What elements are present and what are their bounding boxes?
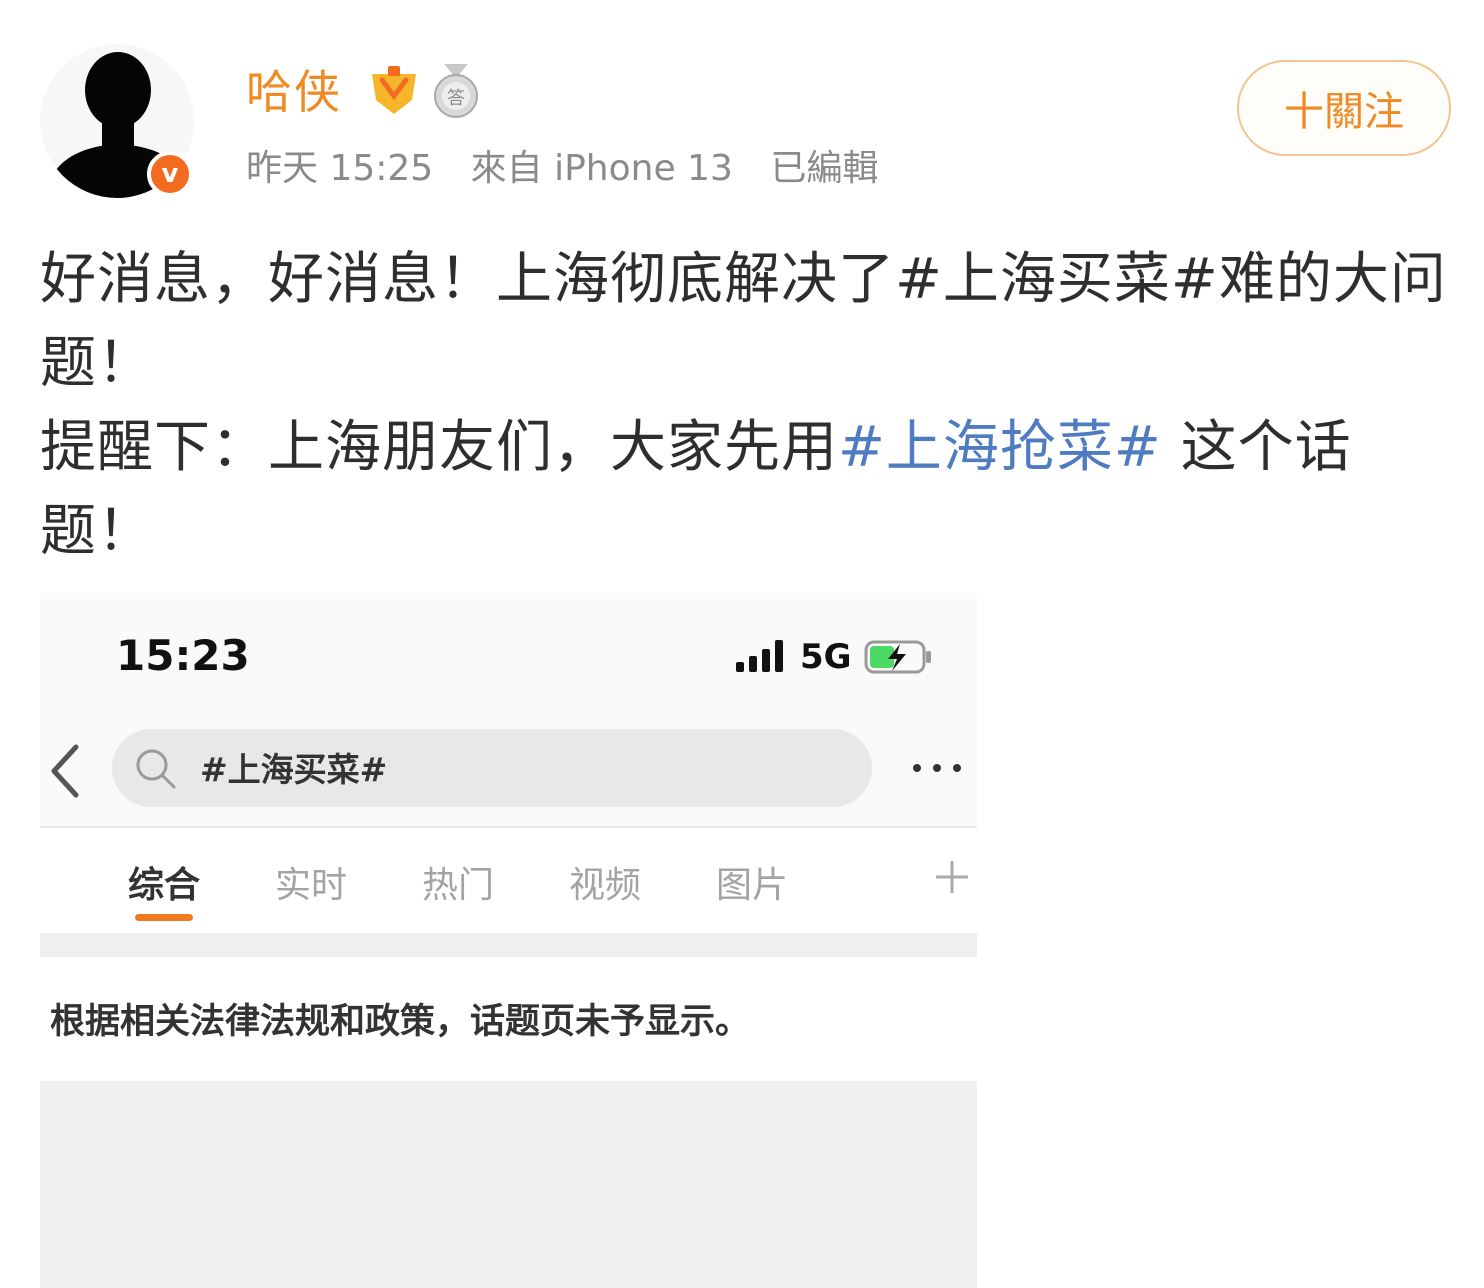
back-icon[interactable] — [46, 743, 86, 799]
post-edited-label[interactable]: 已編輯 — [770, 148, 878, 189]
post-text-line: 好消息，好消息！上海彻底解决了#上海买菜#难的大问题！ — [40, 247, 1447, 396]
attached-screenshot[interactable]: 15:23 5G #上海买菜# 综合 实时 热门 视频 图片 根据相关法律法规和… — [40, 593, 977, 1288]
topic-link[interactable]: #上海抢菜# — [838, 415, 1162, 480]
level-badge-icon — [372, 66, 416, 114]
section-separator — [40, 933, 977, 957]
verified-v-icon: v — [147, 151, 193, 197]
post-timestamp: 昨天 15:25 — [246, 148, 434, 189]
more-icon[interactable] — [910, 761, 970, 775]
svg-text:答: 答 — [447, 88, 465, 109]
post-source: 來自 iPhone 13 — [470, 148, 733, 189]
search-input[interactable]: #上海买菜# — [112, 729, 872, 807]
status-indicators: 5G — [736, 637, 934, 677]
follow-button[interactable]: 十關注 — [1237, 60, 1451, 156]
censorship-notice: 根据相关法律法规和政策，话题页未予显示。 — [50, 1002, 751, 1042]
search-query: #上海买菜# — [200, 750, 388, 789]
tab-shishi[interactable]: 实时 — [275, 856, 347, 908]
tab-remen[interactable]: 热门 — [422, 856, 494, 908]
medal-icon: 答 — [434, 64, 478, 118]
network-label: 5G — [800, 637, 852, 677]
post-meta: 昨天 15:25 來自 iPhone 13 已編輯 — [246, 144, 904, 194]
active-tab-underline — [135, 914, 193, 921]
post-body: 好消息，好消息！上海彻底解决了#上海买菜#难的大问题！ 提醒下：上海朋友们，大家… — [40, 238, 1450, 574]
tab-tupian[interactable]: 图片 — [716, 856, 788, 908]
search-icon — [136, 749, 176, 789]
empty-content-area — [40, 1081, 977, 1288]
tab-zonghe[interactable]: 综合 — [128, 856, 200, 908]
topic-tabs: 综合 实时 热门 视频 图片 — [40, 828, 977, 933]
tab-shipin[interactable]: 视频 — [569, 856, 641, 908]
post-text-line: 提醒下：上海朋友们，大家先用#上海抢菜# 这个话题！ — [40, 406, 1450, 574]
username[interactable]: 哈侠 — [246, 62, 342, 122]
plus-icon[interactable] — [934, 859, 970, 895]
battery-charging-icon — [864, 640, 931, 674]
status-time: 15:23 — [116, 631, 250, 680]
signal-icon — [736, 640, 783, 672]
post-text-fragment: 提醒下：上海朋友们，大家先用 — [40, 415, 838, 480]
